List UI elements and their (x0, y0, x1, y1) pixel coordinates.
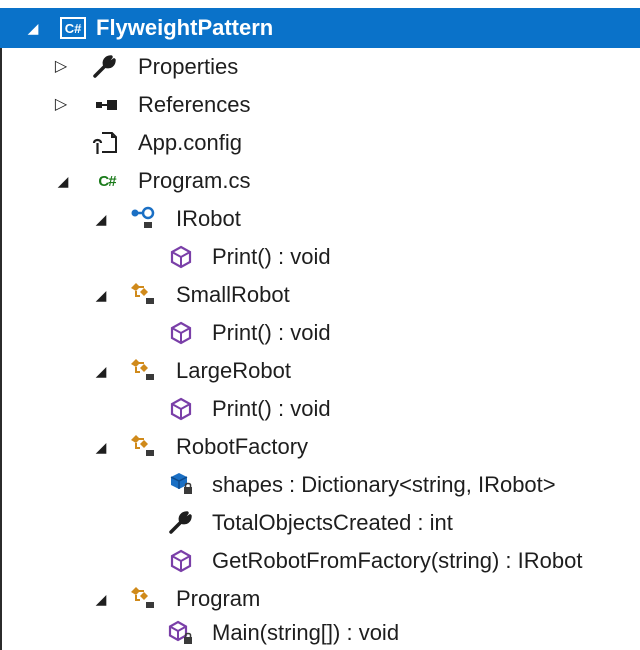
interface-icon (128, 204, 158, 232)
tree-item-small-robot[interactable]: ◢ SmallRobot (0, 276, 640, 314)
csharp-file-icon: C# (98, 172, 116, 190)
property-icon (166, 509, 196, 537)
method-icon (166, 319, 196, 347)
tree-item-label: Main(string[]) : void (212, 620, 400, 645)
tree-item-label: Print() : void (212, 396, 331, 421)
tree-item-large-robot[interactable]: ◢ LargeRobot (0, 352, 640, 390)
tree-item-project[interactable]: ◢ C# FlyweightPattern (0, 8, 640, 48)
class-icon (128, 432, 158, 460)
collapse-arrow-icon[interactable]: ◢ (54, 172, 72, 190)
tree-item-program-class[interactable]: ◢ Program (0, 580, 640, 618)
tree-item-properties[interactable]: ▷ Properties (0, 48, 640, 86)
tree-item-irobot-print[interactable]: Print() : void (0, 238, 640, 276)
solution-explorer-tree: ◢ C# FlyweightPattern ▷ Properties ▷ Ref… (0, 0, 640, 650)
collapse-arrow-icon[interactable]: ◢ (92, 286, 110, 304)
tree-item-label: References (138, 92, 251, 117)
method-icon (166, 547, 196, 575)
tree-item-small-robot-print[interactable]: Print() : void (0, 314, 640, 352)
tree-item-label: RobotFactory (176, 434, 309, 459)
config-file-icon (90, 129, 120, 157)
tree-item-label: LargeRobot (176, 358, 291, 383)
tree-item-total-objects-created[interactable]: TotalObjectsCreated : int (0, 504, 640, 542)
expand-arrow-icon[interactable]: ▷ (52, 96, 70, 114)
wrench-icon (90, 53, 120, 81)
tree-item-label: Program.cs (138, 168, 251, 193)
project-name-label: FlyweightPattern (96, 15, 274, 40)
collapse-arrow-icon[interactable]: ◢ (24, 19, 42, 37)
expand-arrow-icon[interactable]: ▷ (52, 58, 70, 76)
tree-item-label: App.config (138, 130, 242, 155)
references-icon (92, 91, 122, 119)
private-method-icon (166, 619, 196, 647)
tree-item-label: SmallRobot (176, 282, 290, 307)
method-icon (166, 243, 196, 271)
class-icon (128, 584, 158, 612)
collapse-arrow-icon[interactable]: ◢ (92, 362, 110, 380)
tree-item-robot-factory[interactable]: ◢ RobotFactory (0, 428, 640, 466)
collapse-arrow-icon[interactable]: ◢ (92, 590, 110, 608)
tree-item-label: Properties (138, 54, 239, 79)
collapse-arrow-icon[interactable]: ◢ (92, 210, 110, 228)
tree-item-label: IRobot (176, 206, 241, 231)
class-icon (128, 356, 158, 384)
tree-item-label: TotalObjectsCreated : int (212, 510, 453, 535)
private-field-icon (166, 470, 196, 498)
tree-item-program-cs[interactable]: ◢ C# Program.cs (0, 162, 640, 200)
tree-item-main-method[interactable]: Main(string[]) : void (0, 614, 640, 650)
collapse-arrow-icon[interactable]: ◢ (92, 438, 110, 456)
tree-item-references[interactable]: ▷ References (0, 86, 640, 124)
tree-item-app-config[interactable]: App.config (0, 124, 640, 162)
tree-item-irobot[interactable]: ◢ IRobot (0, 200, 640, 238)
class-icon (128, 280, 158, 308)
tree-item-label: GetRobotFromFactory(string) : IRobot (212, 548, 583, 573)
tree-item-label: Program (176, 586, 261, 611)
csharp-project-icon: C# (58, 14, 88, 42)
tree-item-label: Print() : void (212, 320, 331, 345)
tree-item-label: Print() : void (212, 244, 331, 269)
tree-item-large-robot-print[interactable]: Print() : void (0, 390, 640, 428)
tree-item-shapes-field[interactable]: shapes : Dictionary<string, IRobot> (0, 466, 640, 504)
tree-item-get-robot-from-factory[interactable]: GetRobotFromFactory(string) : IRobot (0, 542, 640, 580)
method-icon (166, 395, 196, 423)
tree-item-label: shapes : Dictionary<string, IRobot> (212, 472, 556, 497)
